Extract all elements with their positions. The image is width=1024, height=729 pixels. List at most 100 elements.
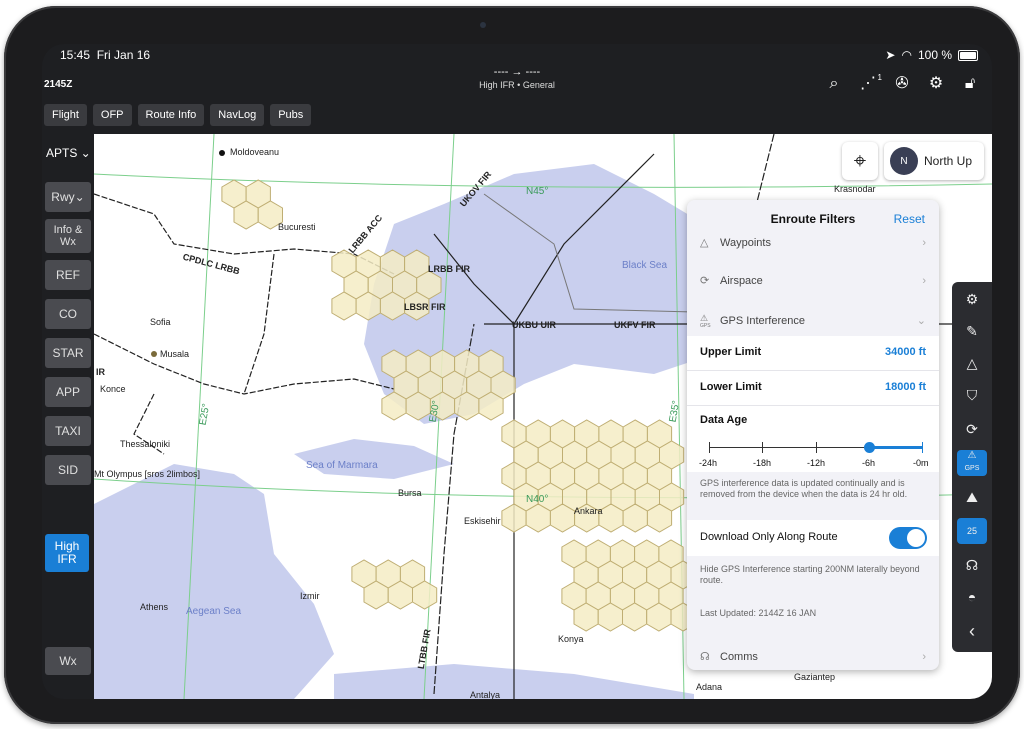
fir-label: UKFV FIR	[614, 320, 656, 330]
compass-icon: N	[890, 147, 918, 175]
tick-label: -12h	[807, 458, 826, 468]
last-updated: Last Updated: 2144Z 16 JAN	[700, 608, 817, 618]
settings-gear-icon[interactable]: ⚙	[926, 74, 946, 94]
data-age-slider[interactable]	[709, 442, 923, 454]
data-age-row: Data Age -24h -18h -12h -6h -0m	[687, 406, 939, 472]
enroute-filters-panel: Enroute Filters Reset △ Waypoints › ⟳ Ai…	[687, 200, 939, 670]
top-bar: 2145Z ---- → ---- High IFR • General ⌕ ⋰…	[42, 66, 992, 102]
tab-pubs[interactable]: Pubs	[270, 104, 312, 126]
gps-interference-row[interactable]: ⚠ GPS GPS Interference ⌄	[687, 310, 939, 334]
enroute-map[interactable]: Moldoveanu Bucuresti Krasnodar Sofia Mus…	[94, 134, 992, 699]
map-label: Konce	[100, 384, 126, 394]
map-label: Sofia	[150, 317, 171, 327]
chevron-down-icon: ⌄	[916, 315, 926, 327]
upper-limit-row[interactable]: Upper Limit 34000 ft	[687, 336, 939, 371]
pen-icon[interactable]: ✎	[957, 318, 987, 344]
dome-icon[interactable]: ◓	[957, 584, 987, 610]
map-label-water: Black Sea	[622, 260, 668, 271]
headphones-icon[interactable]: ☊	[957, 552, 987, 578]
right-toolbar: ⚙ ✎ △ ⛉ ⟳ ⚠ GPS ⛰ 25 ☊ ◓ ‹	[952, 282, 992, 652]
map-label-water: Aegean Sea	[186, 606, 242, 617]
north-up-button[interactable]: N North Up	[884, 142, 984, 180]
comms-label: Comms	[720, 651, 758, 663]
sidebar-item-ref[interactable]: REF	[45, 260, 91, 290]
tab-flight[interactable]: Flight	[44, 104, 87, 126]
tick-label: -6h	[862, 458, 876, 468]
location-icon: ➤	[885, 48, 896, 62]
fir-label: LRBB FIR	[428, 264, 470, 274]
altitude-icon[interactable]: 25	[957, 518, 987, 544]
fir-label: IR	[96, 367, 105, 377]
front-camera	[480, 22, 486, 28]
lower-limit-row[interactable]: Lower Limit 18000 ft	[687, 371, 939, 406]
airspace-row[interactable]: ⟳ Airspace ›	[687, 270, 939, 294]
lock-icon[interactable]: 🔓︎	[960, 74, 980, 94]
chevron-right-icon: ›	[922, 275, 926, 287]
slider-fill	[869, 446, 923, 449]
lower-limit-value[interactable]: 18000 ft	[885, 381, 926, 393]
sidebar-item-wx[interactable]: Wx	[45, 647, 91, 675]
route-note: Hide GPS Interference starting 200NM lat…	[700, 564, 920, 585]
terrain-icon[interactable]: ⛰	[957, 484, 987, 510]
download-along-route-toggle[interactable]	[889, 527, 927, 549]
sidebar-item-co[interactable]: CO	[45, 299, 91, 329]
border-1	[94, 193, 395, 455]
map-label: Antalya	[470, 690, 501, 699]
waypoint-icon: △	[700, 237, 709, 249]
satellite-icon[interactable]: ✇	[892, 74, 912, 94]
map-label-grid: N45°	[526, 186, 549, 197]
tab-ofp[interactable]: OFP	[92, 104, 132, 126]
map-label: Bucuresti	[278, 222, 316, 232]
route-share-icon[interactable]: ⋰ 1	[858, 73, 882, 94]
apts-button[interactable]: APTS ⌄	[46, 146, 91, 160]
top-icons: ⌕ ⋰ 1 ✇ ⚙ 🔓︎	[824, 73, 980, 94]
battery-icon	[958, 49, 978, 61]
map-label: Adana	[696, 682, 723, 692]
sidebar-item-star[interactable]: STAR	[45, 338, 91, 368]
sidebar-item-info-wx[interactable]: Info & Wx	[45, 219, 91, 253]
map-label: Izmir	[300, 591, 320, 601]
sea-of-marmara	[294, 439, 454, 479]
data-age-label: Data Age	[700, 414, 748, 426]
download-along-route-row: Download Only Along Route	[687, 520, 939, 556]
slider-thumb[interactable]	[864, 442, 875, 453]
chevron-right-icon: ›	[922, 651, 926, 663]
comms-row[interactable]: ☊ Comms ›	[687, 648, 939, 668]
upper-limit-value[interactable]: 34000 ft	[885, 346, 926, 358]
search-icon[interactable]: ⌕	[824, 74, 844, 94]
airspace-icon: ⟳	[700, 275, 710, 287]
panel-header: Enroute Filters Reset	[687, 200, 939, 236]
map-label: Gaziantep	[794, 672, 836, 682]
status-right: ➤ ◠ 100 %	[885, 48, 978, 62]
map-label: Athens	[140, 602, 169, 612]
city-dot	[219, 150, 225, 156]
sidebar-item-app[interactable]: APP	[45, 377, 91, 407]
slider-tick	[762, 442, 763, 453]
map-label: Bursa	[398, 488, 422, 498]
screen: 15:45 Fri Jan 16 ➤ ◠ 100 % 2145Z ---- → …	[42, 44, 992, 699]
airspace-icon[interactable]: ⟳	[957, 416, 987, 442]
map-label: Konya	[558, 634, 584, 644]
wifi-icon: ◠	[901, 48, 912, 62]
recenter-button[interactable]: ⌖	[842, 142, 878, 180]
lower-limit-label: Lower Limit	[700, 381, 762, 393]
waypoints-row[interactable]: △ Waypoints ›	[687, 236, 939, 252]
tab-navlog[interactable]: NavLog	[210, 104, 265, 126]
chart-mode-high-ifr[interactable]: High IFR	[45, 534, 89, 572]
status-time: 15:45 Fri Jan 16	[60, 48, 151, 62]
shield-icon[interactable]: ⛉	[957, 382, 987, 408]
sidebar-item-sid[interactable]: SID	[45, 455, 91, 485]
triangle-icon[interactable]: △	[957, 350, 987, 376]
sidebar-item-taxi[interactable]: TAXI	[45, 416, 91, 446]
collapse-icon[interactable]: ‹	[957, 618, 987, 644]
map-label: Musala	[160, 349, 190, 359]
slider-tick	[816, 442, 817, 453]
reset-button[interactable]: Reset	[894, 212, 925, 226]
slider-tick	[922, 442, 923, 453]
tab-route-info[interactable]: Route Info	[137, 104, 205, 126]
sidebar-item-rwy[interactable]: Rwy ⌄	[45, 182, 91, 212]
gps-warning-icon[interactable]: ⚠ GPS	[957, 450, 987, 476]
battery-percent: 100 %	[917, 48, 952, 62]
map-label: Krasnodar	[834, 184, 876, 194]
gear-icon[interactable]: ⚙	[957, 286, 987, 312]
